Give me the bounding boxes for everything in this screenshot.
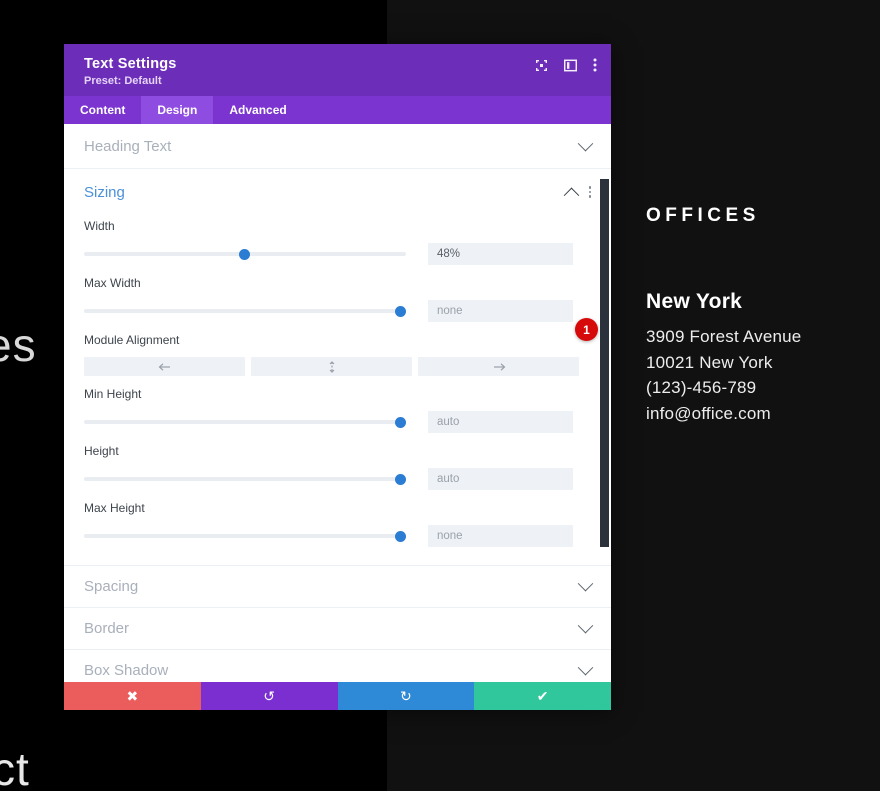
chevron-down-icon[interactable] — [577, 135, 594, 151]
slider-track — [84, 534, 406, 538]
align-right-button[interactable] — [418, 357, 579, 376]
modal-footer: ✖ ↺ ↻ ✔ — [64, 682, 611, 710]
background-partial-text-left: es — [0, 319, 37, 371]
slider-knob[interactable] — [394, 530, 406, 542]
section-label: Box Shadow — [84, 662, 169, 679]
background-partial-text-bottom: ct — [0, 743, 30, 791]
more-vertical-icon[interactable] — [593, 58, 597, 72]
field-label: Max Width — [84, 276, 141, 290]
redo-button[interactable]: ↻ — [337, 682, 475, 710]
page-root: es ct OFFICES New York 3909 Forest Avenu… — [0, 0, 880, 791]
field-label: Module Alignment — [84, 333, 180, 347]
min-height-slider[interactable] — [84, 414, 406, 430]
cancel-button[interactable]: ✖ — [64, 682, 201, 710]
section-label: Sizing — [84, 183, 125, 201]
section-spacing[interactable]: Spacing — [64, 566, 611, 608]
undo-button[interactable]: ↺ — [200, 682, 338, 710]
max-width-value-input[interactable]: none — [428, 300, 573, 322]
min-height-value-input[interactable]: auto — [428, 411, 573, 433]
slider-track — [84, 420, 406, 424]
field-height: Height auto — [84, 444, 591, 490]
save-button[interactable]: ✔ — [474, 682, 611, 710]
field-module-alignment: Module Alignment — [84, 333, 591, 376]
modal-tab-bar: Content Design Advanced — [64, 96, 611, 124]
chevron-down-icon[interactable] — [577, 617, 594, 634]
slider-track — [84, 477, 406, 481]
slider-knob[interactable] — [394, 305, 406, 317]
max-width-slider[interactable] — [84, 303, 406, 319]
tab-design[interactable]: Design — [141, 96, 214, 124]
section-controls — [563, 186, 591, 203]
modal-scrollbar[interactable] — [597, 124, 611, 682]
office-address-list: 3909 Forest Avenue 10021 New York (123)-… — [646, 324, 876, 426]
scrollbar-thumb[interactable] — [600, 179, 609, 547]
align-left-button[interactable] — [84, 357, 245, 376]
address-line: (123)-456-789 — [646, 378, 757, 397]
modal-header: Text Settings Preset: Default — [64, 44, 611, 96]
section-sizing[interactable]: Sizing — [64, 169, 611, 215]
sizing-fields: Width 48% Max Width none Module Alignmen… — [64, 215, 611, 566]
section-border[interactable]: Border — [64, 608, 611, 650]
height-value-input[interactable]: auto — [428, 468, 573, 490]
slider-knob[interactable] — [394, 473, 406, 485]
max-height-value-input[interactable]: none — [428, 525, 573, 547]
section-controls — [577, 617, 594, 634]
height-slider[interactable] — [84, 471, 406, 487]
chevron-up-icon[interactable] — [563, 187, 579, 203]
field-max-width: Max Width none — [84, 276, 591, 322]
offices-heading: OFFICES — [646, 205, 760, 226]
field-width: Width 48% — [84, 219, 591, 265]
more-vertical-icon[interactable] — [588, 186, 591, 198]
modal-body: Heading Text Sizing Width 48% Max Width … — [64, 124, 611, 682]
section-box-shadow[interactable]: Box Shadow — [64, 650, 611, 682]
section-label: Heading Text — [84, 137, 172, 155]
width-slider[interactable] — [84, 246, 406, 262]
step-badge-1: 1 — [575, 318, 598, 341]
modal-preset-selector[interactable]: Preset: Default — [84, 75, 595, 87]
slider-knob[interactable] — [238, 248, 250, 260]
section-heading-text[interactable]: Heading Text — [64, 124, 611, 169]
chevron-down-icon[interactable] — [577, 659, 594, 676]
field-label: Max Height — [84, 501, 145, 515]
modal-header-icons — [535, 58, 597, 72]
section-controls — [577, 135, 594, 152]
text-settings-modal: Text Settings Preset: Default Content De… — [64, 44, 611, 710]
field-label: Min Height — [84, 387, 142, 401]
field-label: Height — [84, 444, 119, 458]
field-label: Width — [84, 219, 115, 233]
section-label: Spacing — [84, 578, 139, 595]
chevron-down-icon[interactable] — [577, 575, 594, 592]
tab-content[interactable]: Content — [64, 96, 141, 124]
office-city-name: New York — [646, 290, 743, 313]
field-max-height: Max Height none — [84, 501, 591, 547]
module-alignment-group — [84, 357, 579, 376]
address-line: info@office.com — [646, 403, 771, 423]
max-height-slider[interactable] — [84, 528, 406, 544]
panel-layout-icon[interactable] — [564, 59, 577, 72]
tab-advanced[interactable]: Advanced — [213, 96, 302, 124]
field-min-height: Min Height auto — [84, 387, 591, 433]
align-center-button[interactable] — [251, 357, 412, 376]
section-label: Border — [84, 620, 130, 637]
offices-block: OFFICES New York 3909 Forest Avenue 1002… — [646, 205, 876, 426]
focus-target-icon[interactable] — [535, 59, 548, 72]
width-value-input[interactable]: 48% — [428, 243, 573, 265]
section-controls — [577, 575, 594, 592]
section-controls — [577, 659, 594, 676]
address-line: 10021 New York — [646, 352, 773, 372]
slider-knob[interactable] — [394, 416, 406, 428]
slider-track — [84, 309, 406, 313]
address-line: 3909 Forest Avenue — [646, 327, 802, 346]
modal-title: Text Settings — [84, 56, 177, 72]
